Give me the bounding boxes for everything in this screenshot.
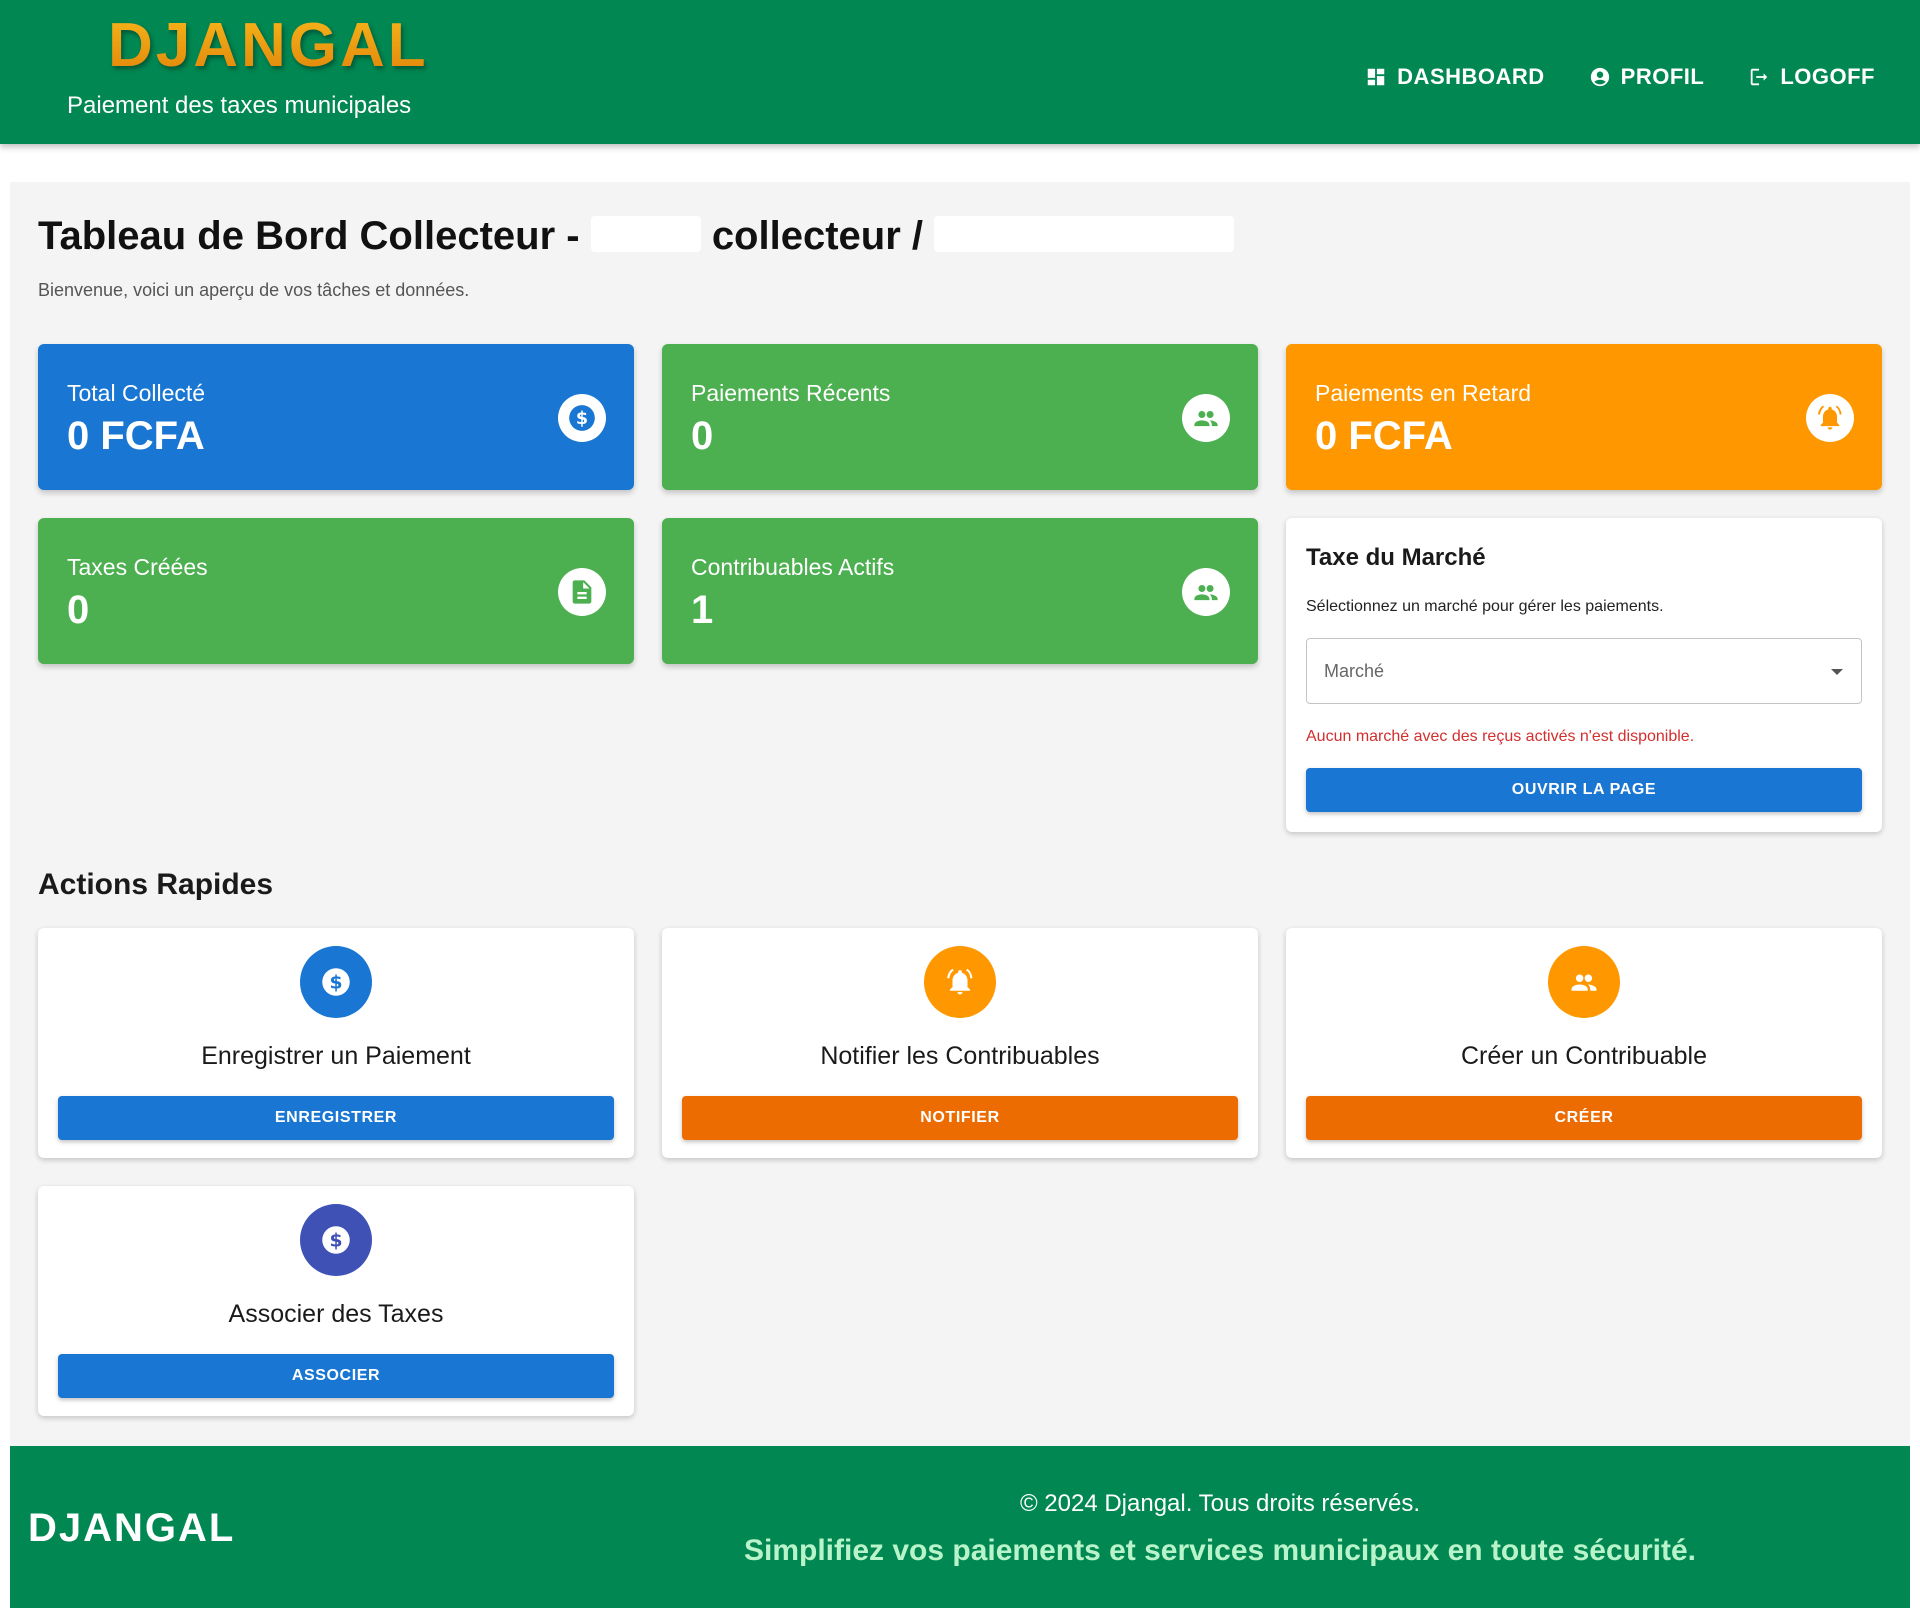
dollar-icon: $	[558, 394, 606, 442]
market-card-description: Sélectionnez un marché pour gérer les pa…	[1306, 598, 1664, 615]
notifier-button[interactable]: NOTIFIER	[682, 1096, 1238, 1140]
redacted-name	[590, 216, 701, 253]
chevron-down-icon	[1831, 669, 1843, 675]
action-card-associer: $ Associer des Taxes ASSOCIER	[38, 1186, 634, 1416]
stat-card-taxes-creees: Taxes Créées 0	[38, 518, 634, 664]
page-title-prefix: Tableau de Bord Collecteur -	[38, 214, 580, 258]
action-card-name: Associer des Taxes	[228, 1300, 444, 1328]
people-icon	[1182, 394, 1230, 442]
svg-text:$: $	[576, 409, 588, 429]
main-nav: DASHBOARD PROFIL LOGOFF	[1365, 64, 1875, 90]
stat-value: 1	[691, 588, 714, 632]
page-title: Tableau de Bord Collecteur - collecteur …	[38, 214, 1235, 259]
stat-label: Taxes Créées	[67, 554, 208, 580]
action-card-creer: Créer un Contribuable CRÉER	[1286, 928, 1882, 1158]
page-title-middle: collecteur /	[711, 214, 924, 258]
top-app-bar: DJANGAL Paiement des taxes municipales D…	[0, 0, 1920, 144]
brand-tagline: Paiement des taxes municipales	[67, 92, 412, 119]
nav-logoff[interactable]: LOGOFF	[1748, 64, 1875, 90]
people-icon	[1548, 946, 1620, 1018]
stat-card-paiements-recents: Paiements Récents 0	[662, 344, 1258, 490]
people-icon	[1182, 568, 1230, 616]
stat-value: 0	[67, 588, 90, 632]
account-circle-icon	[1590, 67, 1609, 87]
open-page-button[interactable]: OUVRIR LA PAGE	[1306, 768, 1862, 812]
associer-button[interactable]: ASSOCIER	[58, 1354, 614, 1398]
action-card-name: Enregistrer un Paiement	[201, 1042, 471, 1070]
alarm-bell-icon	[924, 946, 996, 1018]
footer: DJANGAL © 2024 Djangal. Tous droits rése…	[10, 1446, 1910, 1608]
action-card-notifier: Notifier les Contribuables NOTIFIER	[662, 928, 1258, 1158]
action-card-name: Créer un Contribuable	[1461, 1042, 1707, 1070]
nav-profil[interactable]: PROFIL	[1589, 64, 1705, 90]
dashboard-main: Tableau de Bord Collecteur - collecteur …	[10, 182, 1910, 1446]
stat-label: Paiements Récents	[691, 380, 891, 406]
stat-card-contribuables-actifs: Contribuables Actifs 1	[662, 518, 1258, 664]
redacted-phone	[934, 216, 1235, 253]
svg-text:$: $	[329, 972, 342, 993]
logout-icon	[1751, 68, 1768, 86]
dollar-icon: $	[300, 1204, 372, 1276]
nav-dashboard[interactable]: DASHBOARD	[1365, 64, 1545, 90]
document-icon	[558, 568, 606, 616]
page-subtitle: Bienvenue, voici un aperçu de vos tâches…	[38, 280, 470, 300]
nav-profil-label: PROFIL	[1620, 64, 1705, 89]
action-card-name: Notifier les Contribuables	[820, 1042, 1100, 1070]
stat-card-total-collecte: Total Collecté 0 FCFA $	[38, 344, 634, 490]
market-select[interactable]: Marché	[1306, 638, 1862, 704]
stat-label: Contribuables Actifs	[691, 554, 895, 580]
dashboard-icon	[1367, 68, 1385, 86]
stat-card-paiements-en-retard: Paiements en Retard 0 FCFA	[1286, 344, 1882, 490]
alarm-bell-icon	[1806, 394, 1854, 442]
stat-value: 0	[691, 414, 714, 458]
dollar-icon: $	[300, 946, 372, 1018]
nav-dashboard-label: DASHBOARD	[1397, 64, 1545, 89]
stat-label: Paiements en Retard	[1315, 380, 1532, 406]
enregistrer-button[interactable]: ENREGISTRER	[58, 1096, 614, 1140]
stat-value: 0 FCFA	[67, 414, 205, 458]
svg-text:$: $	[329, 1230, 342, 1251]
market-tax-card: Taxe du Marché Sélectionnez un marché po…	[1286, 518, 1882, 832]
creer-button[interactable]: CRÉER	[1306, 1096, 1862, 1140]
nav-logoff-label: LOGOFF	[1780, 64, 1875, 89]
market-select-placeholder: Marché	[1324, 661, 1385, 681]
stat-label: Total Collecté	[67, 380, 206, 406]
quick-actions-title: Actions Rapides	[38, 868, 274, 901]
market-card-title: Taxe du Marché	[1306, 544, 1486, 571]
footer-slogan: Simplifiez vos paiements et services mun…	[743, 1534, 1696, 1567]
market-error-text: Aucun marché avec des reçus activés n'es…	[1306, 728, 1695, 745]
action-card-enregistrer: $ Enregistrer un Paiement ENREGISTRER	[38, 928, 634, 1158]
brand-logo[interactable]: DJANGAL	[108, 10, 429, 81]
footer-copyright: © 2024 Djangal. Tous droits réservés.	[1019, 1490, 1421, 1517]
stat-value: 0 FCFA	[1315, 414, 1453, 458]
